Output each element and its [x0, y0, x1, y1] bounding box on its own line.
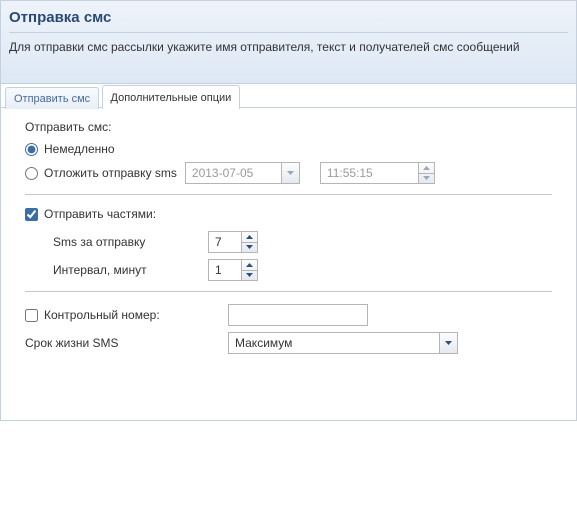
interval-input[interactable]: 1 — [208, 259, 258, 281]
per-send-row: Sms за отправку 7 — [25, 231, 552, 253]
tab-content: Отправить смс: Немедленно Отложить отпра… — [1, 108, 576, 420]
interval-value[interactable]: 1 — [209, 260, 241, 280]
chevron-down-icon — [246, 245, 253, 249]
per-send-spinner — [241, 232, 257, 252]
chevron-down-icon — [445, 341, 452, 345]
checkbox-send-parts-label[interactable]: Отправить частями: — [44, 207, 156, 221]
parts-row: Отправить частями: — [25, 207, 552, 221]
control-number-row: Контрольный номер: — [25, 304, 552, 326]
radio-immediate-label[interactable]: Немедленно — [44, 142, 115, 156]
interval-up-button[interactable] — [242, 260, 257, 271]
radio-immediate[interactable] — [25, 143, 38, 156]
interval-down-button[interactable] — [242, 271, 257, 281]
date-input: 2013-07-05 — [185, 162, 300, 184]
ttl-row: Срок жизни SMS Максимум — [25, 332, 552, 354]
interval-label: Интервал, минут — [53, 263, 208, 277]
chevron-up-icon — [246, 263, 253, 267]
per-send-value[interactable]: 7 — [209, 232, 241, 252]
time-value: 11:55:15 — [321, 163, 418, 183]
time-up-button — [419, 163, 434, 174]
date-value: 2013-07-05 — [186, 163, 281, 183]
checkbox-control-number[interactable] — [25, 309, 38, 322]
interval-row: Интервал, минут 1 — [25, 259, 552, 281]
chevron-down-icon — [287, 171, 294, 175]
schedule-delay-row: Отложить отправку sms 2013-07-05 11:55:1… — [25, 162, 552, 184]
panel-description: Для отправки смс рассылки укажите имя от… — [9, 33, 568, 55]
chevron-down-icon — [246, 273, 253, 277]
radio-delay-label[interactable]: Отложить отправку sms — [44, 166, 177, 180]
per-send-down-button[interactable] — [242, 243, 257, 253]
ttl-value: Максимум — [229, 333, 439, 353]
divider — [25, 291, 552, 292]
divider — [25, 194, 552, 195]
sms-send-panel: Отправка смс Для отправки смс рассылки у… — [0, 0, 577, 421]
time-down-button — [419, 174, 434, 184]
tabs: Отправить смс Дополнительные опции — [1, 84, 576, 108]
panel-title: Отправка смс — [9, 5, 568, 33]
control-number-input[interactable] — [228, 304, 368, 326]
control-number-field[interactable] — [229, 305, 367, 325]
chevron-up-icon — [246, 235, 253, 239]
chevron-down-icon — [423, 176, 430, 180]
per-send-input[interactable]: 7 — [208, 231, 258, 253]
radio-delay[interactable] — [25, 167, 38, 180]
ttl-select[interactable]: Максимум — [228, 332, 458, 354]
checkbox-send-parts[interactable] — [25, 208, 38, 221]
schedule-immediate-row: Немедленно — [25, 142, 552, 156]
panel-header: Отправка смс Для отправки смс рассылки у… — [1, 1, 576, 84]
time-input: 11:55:15 — [320, 162, 435, 184]
schedule-group-label: Отправить смс: — [25, 120, 552, 134]
checkbox-control-number-label[interactable]: Контрольный номер: — [44, 308, 160, 322]
ttl-dropdown-button[interactable] — [439, 333, 457, 353]
time-spinner — [418, 163, 434, 183]
date-picker-button — [281, 163, 299, 183]
tab-additional-options[interactable]: Дополнительные опции — [102, 85, 241, 109]
per-send-up-button[interactable] — [242, 232, 257, 243]
per-send-label: Sms за отправку — [53, 235, 208, 249]
ttl-label: Срок жизни SMS — [25, 336, 228, 350]
tab-send-sms[interactable]: Отправить смс — [5, 87, 99, 109]
interval-spinner — [241, 260, 257, 280]
chevron-up-icon — [423, 166, 430, 170]
